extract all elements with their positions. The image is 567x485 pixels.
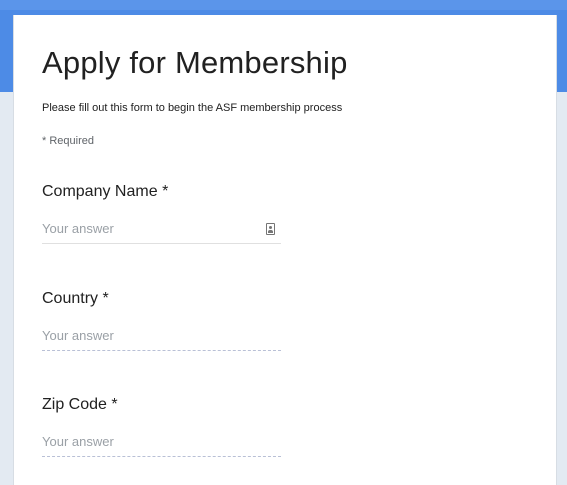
question-label: Company Name * <box>42 183 168 201</box>
form-description: Please fill out this form to begin the A… <box>42 102 343 114</box>
contact-card-icon[interactable] <box>266 223 275 235</box>
form-card: Apply for Membership Please fill out thi… <box>13 15 557 485</box>
answer-underline <box>42 243 281 244</box>
required-note: * Required <box>42 135 94 147</box>
answer-underline <box>42 350 281 351</box>
answer-underline <box>42 456 281 457</box>
required-asterisk: * <box>102 290 109 307</box>
question-label-text: Zip Code <box>42 396 107 413</box>
form-title: Apply for Membership <box>42 45 348 80</box>
required-asterisk: * <box>111 396 118 413</box>
country-input[interactable] <box>42 322 281 348</box>
banner-top-strip <box>0 0 567 10</box>
required-asterisk: * <box>162 183 169 200</box>
question-label-text: Company Name <box>42 183 158 200</box>
question-label: Country * <box>42 290 109 308</box>
question-label-text: Country <box>42 290 99 307</box>
zip-code-input[interactable] <box>42 428 281 454</box>
company-name-input[interactable] <box>42 215 281 241</box>
question-label: Zip Code * <box>42 396 118 414</box>
